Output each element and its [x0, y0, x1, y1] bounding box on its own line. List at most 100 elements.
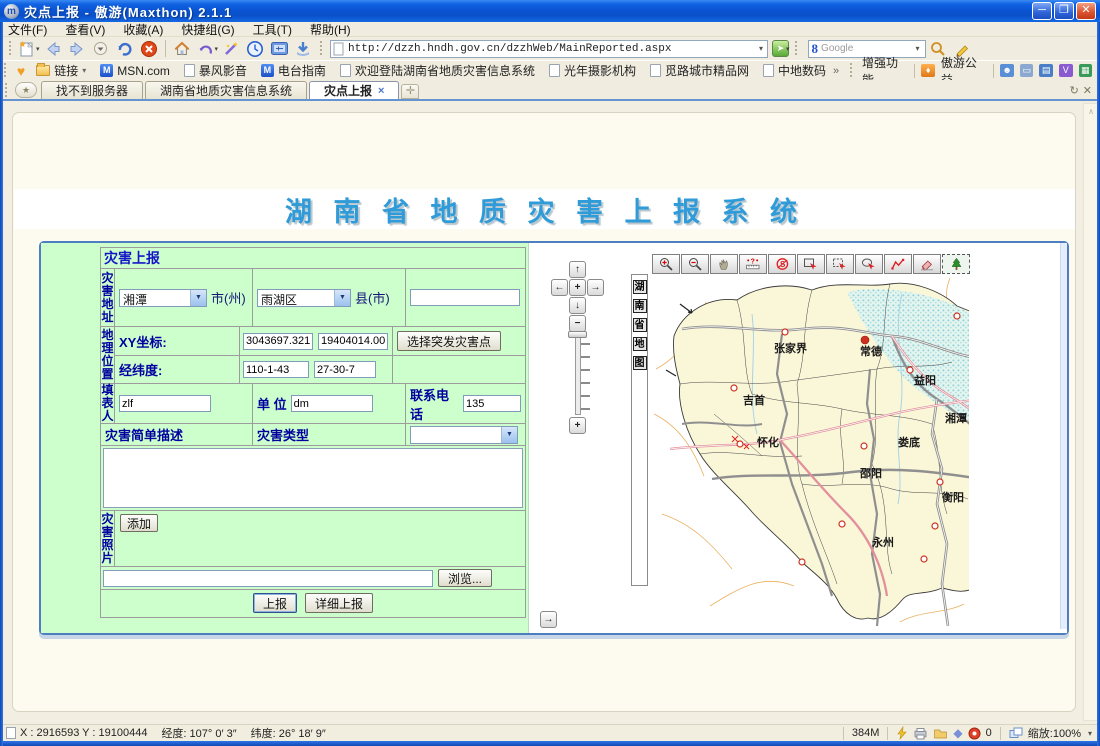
- map-tool-s-marker[interactable]: S: [768, 254, 796, 274]
- map-tool-pan[interactable]: [710, 254, 738, 274]
- home-button[interactable]: [170, 38, 194, 59]
- zoom-in-step-button[interactable]: +: [569, 417, 586, 434]
- feed-icon[interactable]: V: [1059, 64, 1073, 77]
- reporter-name-input[interactable]: [119, 395, 211, 412]
- disaster-type-select[interactable]: ▼: [410, 426, 518, 444]
- address-bar[interactable]: http://dzzh.hndh.gov.cn/dzzhWeb/MainRepo…: [330, 40, 768, 58]
- tab-gripper[interactable]: [3, 83, 8, 99]
- pan-center-button[interactable]: +: [569, 279, 586, 296]
- tab-list-close-icon[interactable]: ✕: [1083, 84, 1092, 97]
- latitude-input[interactable]: [314, 361, 376, 378]
- tab-disaster-report[interactable]: 灾点上报 ×: [309, 81, 399, 99]
- search-gripper[interactable]: [794, 41, 799, 57]
- search-dropdown-icon[interactable]: ▾: [914, 44, 922, 53]
- zoom-out-step-button[interactable]: −: [569, 315, 586, 332]
- map-tool-polyline[interactable]: [884, 254, 912, 274]
- undo-caret[interactable]: ▾: [215, 45, 219, 53]
- map-tool-eraser[interactable]: [913, 254, 941, 274]
- address-detail-input[interactable]: [410, 289, 520, 306]
- menu-file[interactable]: 文件(F): [8, 21, 47, 38]
- map-tool-zoom-rect[interactable]: [797, 254, 825, 274]
- tab-refresh-icon[interactable]: ↻: [1070, 84, 1079, 97]
- printer-icon[interactable]: [913, 727, 928, 740]
- tab-hunan-geo-system[interactable]: 湖南省地质灾害信息系统: [145, 81, 307, 99]
- toolbar-gripper[interactable]: [7, 41, 12, 57]
- new-tab-caret[interactable]: ▾: [36, 45, 40, 53]
- grid-icon[interactable]: ▦: [1079, 64, 1093, 77]
- hunan-map[interactable]: 张家界 常德 益阳 湘潭 吉首 怀化 娄底 邵阳 衡阳 永州: [652, 274, 969, 627]
- go-caret[interactable]: ▾: [786, 45, 790, 53]
- zoom-level[interactable]: 缩放:100%: [1028, 725, 1081, 741]
- minimize-button[interactable]: ─: [1032, 2, 1052, 20]
- menu-help[interactable]: 帮助(H): [310, 21, 351, 38]
- add-photo-button[interactable]: 添加: [120, 514, 158, 532]
- window-icon[interactable]: ▭: [1020, 64, 1034, 77]
- select-arrow-icon[interactable]: ▼: [190, 290, 206, 306]
- pan-up-button[interactable]: ↑: [569, 261, 586, 278]
- refresh-button[interactable]: [113, 38, 137, 59]
- strip-char[interactable]: 图: [633, 356, 647, 370]
- description-textarea[interactable]: [103, 448, 523, 508]
- url-text[interactable]: http://dzzh.hndh.gov.cn/dzzhWeb/MainRepo…: [348, 43, 757, 55]
- menu-view[interactable]: 查看(V): [65, 21, 105, 38]
- bookmarks-overflow[interactable]: »: [833, 65, 839, 77]
- favorites-icon[interactable]: ♥: [11, 63, 29, 79]
- plugin-gripper[interactable]: [848, 63, 853, 79]
- zoom-slider-handle[interactable]: [568, 331, 587, 338]
- pan-left-button[interactable]: ←: [551, 279, 568, 296]
- bookmark-hunan-geo[interactable]: 欢迎登陆湖南省地质灾害信息系统: [333, 62, 542, 79]
- county-select[interactable]: 雨湖区▼: [257, 289, 351, 307]
- x-coordinate-input[interactable]: [243, 333, 313, 350]
- bookmark-msn[interactable]: MMSN.com: [93, 64, 177, 78]
- popup-blocker-icon[interactable]: [968, 727, 981, 740]
- map-canvas[interactable]: 张家界 常德 益阳 湘潭 吉首 怀化 娄底 邵阳 衡阳 永州: [652, 274, 969, 627]
- strip-char[interactable]: 地: [633, 337, 647, 351]
- detail-report-button[interactable]: 详细上报: [305, 593, 373, 613]
- longitude-input[interactable]: [243, 361, 309, 378]
- bookmark-photo[interactable]: 光年摄影机构: [542, 62, 643, 79]
- file-path-input[interactable]: [103, 570, 433, 587]
- strip-char[interactable]: 湖: [633, 280, 647, 294]
- report-button[interactable]: 上报: [253, 593, 297, 613]
- map-tool-zoom-in[interactable]: [652, 254, 680, 274]
- pan-down-button[interactable]: ↓: [569, 297, 586, 314]
- browse-button[interactable]: 浏览...: [438, 569, 492, 587]
- diamond-icon[interactable]: ◆: [953, 726, 962, 740]
- bookmarks-gripper[interactable]: [3, 63, 8, 79]
- menu-tools[interactable]: 工具(T): [253, 21, 292, 38]
- pan-right-button[interactable]: →: [587, 279, 604, 296]
- strip-char[interactable]: 省: [633, 318, 647, 332]
- capture-button[interactable]: [267, 38, 291, 59]
- maximize-button[interactable]: ❐: [1054, 2, 1074, 20]
- bookmark-zhongdi[interactable]: 中地数码: [756, 62, 833, 79]
- menu-groups[interactable]: 快捷组(G): [181, 21, 234, 38]
- select-arrow-icon[interactable]: ▼: [501, 427, 517, 443]
- history-button[interactable]: [243, 38, 267, 59]
- bookmark-baofeng[interactable]: 暴风影音: [177, 62, 254, 79]
- map-tool-layers-tree[interactable]: [942, 254, 970, 274]
- zoom-dropdown-icon[interactable]: ▾: [1086, 729, 1094, 738]
- download-button[interactable]: [291, 38, 315, 59]
- pick-disaster-point-button[interactable]: 选择突发灾害点: [397, 331, 501, 351]
- stop-button[interactable]: [137, 38, 161, 59]
- collapse-panel-button[interactable]: →: [540, 611, 557, 628]
- map-tool-select-circle[interactable]: [855, 254, 883, 274]
- session-star-button[interactable]: ★: [15, 82, 37, 98]
- proxy-icon[interactable]: ☻: [1000, 64, 1014, 77]
- new-tab-plus-button[interactable]: ✛: [401, 84, 419, 99]
- folder-icon[interactable]: [933, 727, 948, 739]
- forward-button[interactable]: [65, 38, 89, 59]
- bookmark-radio[interactable]: M电台指南: [254, 62, 333, 79]
- map-tool-measure[interactable]: ?: [739, 254, 767, 274]
- map-tool-select-rect[interactable]: [826, 254, 854, 274]
- tab-close-icon[interactable]: ×: [378, 85, 384, 97]
- lightning-icon[interactable]: [896, 726, 908, 740]
- strip-char[interactable]: 南: [633, 299, 647, 313]
- y-coordinate-input[interactable]: [318, 333, 388, 350]
- map-tool-zoom-out[interactable]: [681, 254, 709, 274]
- menu-favorites[interactable]: 收藏(A): [123, 21, 163, 38]
- history-dropdown-button[interactable]: [89, 38, 113, 59]
- phone-input[interactable]: [463, 395, 521, 412]
- back-button[interactable]: [41, 38, 65, 59]
- map-scrollbar[interactable]: [1060, 243, 1067, 629]
